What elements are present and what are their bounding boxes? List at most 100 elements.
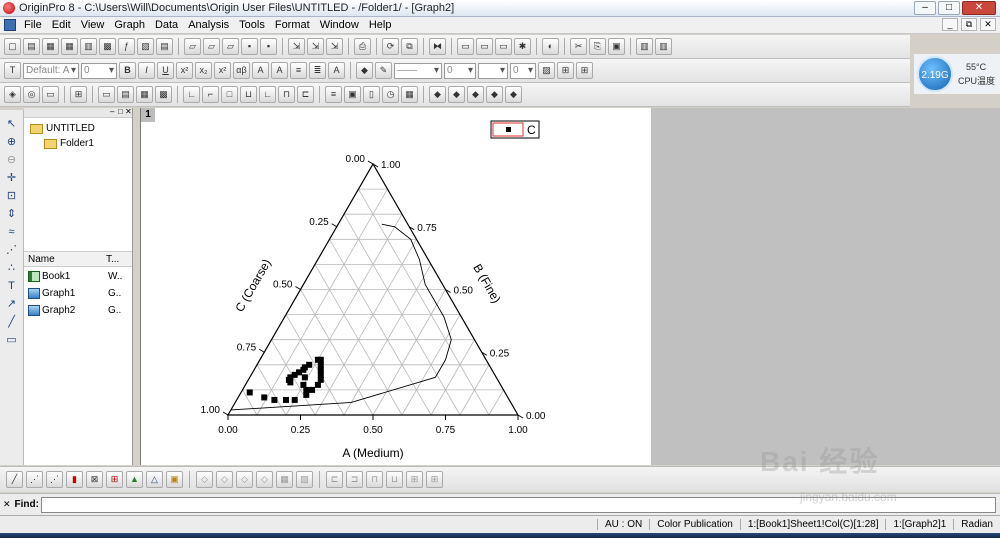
explorer-pin-icon[interactable]: □ bbox=[118, 107, 123, 116]
image-plot-icon[interactable]: ▧ bbox=[296, 471, 313, 488]
layout-4-icon[interactable]: ▩ bbox=[155, 86, 172, 103]
open-excel-icon[interactable]: ▱ bbox=[222, 38, 239, 55]
area-plot-icon[interactable]: ▲ bbox=[126, 471, 143, 488]
results-log-icon[interactable]: ▭ bbox=[457, 38, 474, 55]
border-style-select[interactable] bbox=[478, 62, 508, 79]
mask-range-icon[interactable]: ◆ bbox=[448, 86, 465, 103]
menu-edit[interactable]: Edit bbox=[47, 19, 76, 31]
legend-icon[interactable]: ≡ bbox=[325, 86, 342, 103]
greek-icon[interactable]: αβ bbox=[233, 62, 250, 79]
close-button[interactable]: ✕ bbox=[962, 1, 996, 15]
column-type[interactable]: T... bbox=[102, 254, 119, 265]
add-object-icon[interactable]: ✱ bbox=[514, 38, 531, 55]
align-icon[interactable]: ≡ bbox=[290, 62, 307, 79]
font-size-select[interactable]: 0 bbox=[81, 62, 117, 79]
frame-box-icon[interactable]: □ bbox=[221, 86, 238, 103]
new-notes-icon[interactable]: ▤ bbox=[156, 38, 173, 55]
grid-border-icon[interactable]: ⊞ bbox=[557, 62, 574, 79]
3d-surface-icon[interactable]: ◇ bbox=[196, 471, 213, 488]
frame-c-icon[interactable]: ⊏ bbox=[297, 86, 314, 103]
layout-2-icon[interactable]: ▤ bbox=[117, 86, 134, 103]
increase-font-icon[interactable]: A bbox=[252, 62, 269, 79]
menu-format[interactable]: Format bbox=[270, 19, 315, 31]
axes-icon[interactable]: ▭ bbox=[42, 86, 59, 103]
frame-top-icon[interactable]: ⌐ bbox=[202, 86, 219, 103]
table-icon[interactable]: ▦ bbox=[401, 86, 418, 103]
mask-icon[interactable]: ◆ bbox=[429, 86, 446, 103]
new-function-icon[interactable]: ƒ bbox=[118, 38, 135, 55]
layer-index-icon[interactable]: ▯ bbox=[363, 86, 380, 103]
code-builder-icon[interactable]: ▭ bbox=[495, 38, 512, 55]
legend[interactable]: C bbox=[490, 120, 540, 139]
open-template-icon[interactable]: ▱ bbox=[203, 38, 220, 55]
graph-window-icon[interactable] bbox=[4, 19, 16, 31]
superscript-icon[interactable]: x² bbox=[176, 62, 193, 79]
paste-icon[interactable]: ▣ bbox=[608, 38, 625, 55]
data-info-icon[interactable]: ▣ bbox=[344, 86, 361, 103]
recalculate-icon[interactable]: ◐ bbox=[542, 38, 559, 55]
command-window-icon[interactable]: ▭ bbox=[476, 38, 493, 55]
save-project-icon[interactable]: ▪ bbox=[241, 38, 258, 55]
add-column-icon[interactable]: ▥ bbox=[636, 38, 653, 55]
new-project-icon[interactable]: ▢ bbox=[4, 38, 21, 55]
font-select[interactable]: Default: A bbox=[23, 62, 79, 79]
align-top-icon[interactable]: ⊓ bbox=[366, 471, 383, 488]
scatter-plot-icon[interactable]: ⋰ bbox=[26, 471, 43, 488]
align-bottom-icon[interactable]: ⊔ bbox=[386, 471, 403, 488]
menu-window[interactable]: Window bbox=[315, 19, 364, 31]
3d-plot-icon[interactable]: ▣ bbox=[166, 471, 183, 488]
fill-color-icon[interactable]: ◆ bbox=[356, 62, 373, 79]
grid-border-2-icon[interactable]: ⊞ bbox=[576, 62, 593, 79]
frame-t-icon[interactable]: ⊓ bbox=[278, 86, 295, 103]
menu-file[interactable]: File bbox=[19, 19, 47, 31]
data-selector-icon[interactable]: ⇕ bbox=[4, 206, 20, 222]
text-icon[interactable]: T bbox=[4, 278, 20, 294]
align-middle-icon[interactable]: ⊞ bbox=[426, 471, 443, 488]
pointer-icon[interactable]: ↖ bbox=[4, 116, 20, 132]
print-icon[interactable]: ⎙ bbox=[354, 38, 371, 55]
bold-icon[interactable]: B bbox=[119, 62, 136, 79]
new-matrix-icon[interactable]: ▩ bbox=[99, 38, 116, 55]
text-tool-icon[interactable]: T bbox=[4, 62, 21, 79]
decrease-font-icon[interactable]: A bbox=[271, 62, 288, 79]
project-explorer-icon[interactable]: ⧓ bbox=[429, 38, 446, 55]
zoom-out-icon[interactable]: ⊖ bbox=[4, 152, 20, 168]
minimize-button[interactable]: – bbox=[914, 1, 936, 15]
new-excel-icon[interactable]: ▦ bbox=[61, 38, 78, 55]
cut-icon[interactable]: ✂ bbox=[570, 38, 587, 55]
find-close-icon[interactable]: ✕ bbox=[3, 499, 11, 510]
list-item-graph2[interactable]: Graph2 G.. bbox=[28, 303, 132, 318]
clock-icon[interactable]: ◷ bbox=[382, 86, 399, 103]
draw-data-icon[interactable]: ≈ bbox=[4, 224, 20, 240]
tree-item-untitled[interactable]: UNTITLED bbox=[30, 121, 132, 136]
new-graph-icon[interactable]: ▥ bbox=[80, 38, 97, 55]
save-template-icon[interactable]: ▪ bbox=[260, 38, 277, 55]
line-icon[interactable]: ╱ bbox=[4, 314, 20, 330]
line-symbol-icon[interactable]: ⋰ bbox=[46, 471, 63, 488]
stat-plot-icon[interactable]: ⊠ bbox=[86, 471, 103, 488]
layout-1-icon[interactable]: ▭ bbox=[98, 86, 115, 103]
menu-tools[interactable]: Tools bbox=[234, 19, 270, 31]
subscript-icon[interactable]: x₂ bbox=[195, 62, 212, 79]
menu-analysis[interactable]: Analysis bbox=[183, 19, 234, 31]
italic-icon[interactable]: I bbox=[138, 62, 155, 79]
border-width-select[interactable]: 0 bbox=[510, 62, 536, 79]
explorer-close-icon[interactable]: ✕ bbox=[125, 107, 132, 116]
list-item-graph1[interactable]: Graph1 G.. bbox=[28, 286, 132, 301]
layout-3-icon[interactable]: ▦ bbox=[136, 86, 153, 103]
tree-item-folder1[interactable]: Folder1 bbox=[30, 136, 132, 151]
cpu-monitor-widget[interactable]: 2.19G 55°C CPU温度 bbox=[914, 54, 1000, 94]
box-plot-icon[interactable]: ⊞ bbox=[106, 471, 123, 488]
contour-icon[interactable]: ▦ bbox=[276, 471, 293, 488]
mdi-close-button[interactable]: ✕ bbox=[980, 18, 996, 31]
line-color-icon[interactable]: ✎ bbox=[375, 62, 392, 79]
mdi-minimize-button[interactable]: _ bbox=[942, 18, 958, 31]
line-width-select[interactable]: 0 bbox=[444, 62, 476, 79]
3d-scatter-icon[interactable]: ◇ bbox=[256, 471, 273, 488]
refresh-icon[interactable]: ⟳ bbox=[382, 38, 399, 55]
layer-icon[interactable]: ◈ bbox=[4, 86, 21, 103]
new-folder-icon[interactable]: ▤ bbox=[23, 38, 40, 55]
menu-data[interactable]: Data bbox=[150, 19, 183, 31]
line-style-icon[interactable]: ≣ bbox=[309, 62, 326, 79]
mask-swap-icon[interactable]: ◆ bbox=[467, 86, 484, 103]
